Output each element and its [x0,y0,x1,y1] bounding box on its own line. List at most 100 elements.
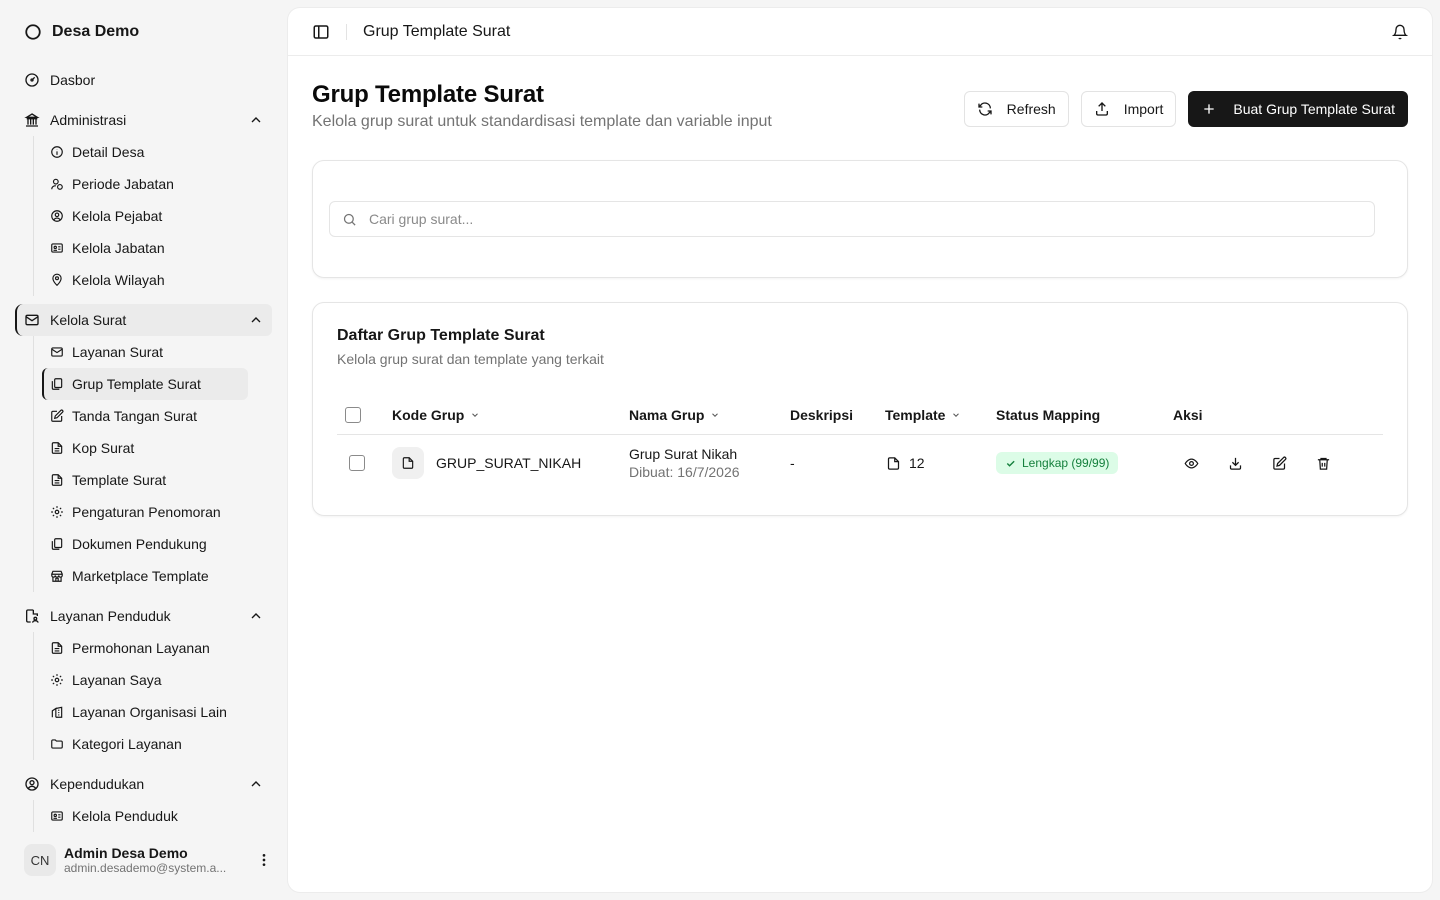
download-button[interactable] [1219,447,1251,479]
column-header-status: Status Mapping [996,395,1100,435]
search-box[interactable] [329,201,1375,237]
nav-section-administrasi: Administrasi Detail Desa Periode Jabatan… [16,104,272,296]
gear-icon [50,673,64,687]
row-select-cell [349,435,365,491]
trash-icon [1316,456,1331,471]
eye-icon [1184,456,1199,471]
column-header-label: Template [885,407,946,423]
nav-section-label: Kelola Surat [50,312,127,328]
nav-section-header-kelola-surat[interactable]: Kelola Surat [15,304,272,336]
building-icon [24,112,40,128]
sidebar-item-label: Layanan Saya [72,672,162,688]
nav-section-header-administrasi[interactable]: Administrasi [16,104,272,136]
select-all-checkbox[interactable] [345,407,361,423]
import-button[interactable]: Import [1080,91,1177,127]
chevron-up-icon [248,312,264,328]
nav-section-header-layanan-penduduk[interactable]: Layanan Penduduk [16,600,272,632]
sidebar-item-kelola-penduduk[interactable]: Kelola Penduduk [42,800,248,832]
sidebar-item-label: Dasbor [50,72,96,88]
sidebar-item-dasbor[interactable]: Dasbor [16,64,272,96]
sidebar-item-kelola-wilayah[interactable]: Kelola Wilayah [42,264,248,296]
template-count-cell: 12 [886,435,925,491]
file-text-icon [50,441,64,455]
sidebar-item-layanan-surat[interactable]: Layanan Surat [42,336,248,368]
column-header-label: Aksi [1173,407,1203,423]
sidebar: Desa Demo Dasbor Administrasi Detail Des… [0,0,280,900]
upload-icon [1094,101,1110,117]
sidebar-item-label: Tanda Tangan Surat [72,408,198,424]
column-header-name[interactable]: Nama Grup [629,395,720,435]
actions-cell [1175,435,1339,491]
mail-icon [24,312,40,328]
row-checkbox[interactable] [349,455,365,471]
user-clock-icon [50,177,64,191]
user-name: Admin Desa Demo [64,845,188,861]
sidebar-item-permohonan-layanan[interactable]: Permohonan Layanan [42,632,248,664]
column-header-label: Status Mapping [996,407,1101,423]
sidebar-item-label: Pengaturan Penomoran [72,504,221,520]
sidebar-toggle-icon[interactable] [312,23,330,41]
more-vertical-icon[interactable] [256,852,272,868]
nav-section-header-kependudukan[interactable]: Kependudukan [16,768,272,800]
chevron-up-icon [248,112,264,128]
files-icon [50,537,64,551]
name-cell: Grup Surat Nikah Dibuat: 16/7/2026 [629,435,740,491]
gear-icon [50,505,64,519]
sidebar-item-label: Kelola Wilayah [72,272,165,288]
created-date: Dibuat: 16/7/2026 [629,464,740,480]
edit-button[interactable] [1263,447,1295,479]
sidebar-item-layanan-organisasi-lain[interactable]: Layanan Organisasi Lain [42,696,248,728]
search-input[interactable] [369,211,1362,227]
sidebar-item-kelola-jabatan[interactable]: Kelola Jabatan [42,232,248,264]
gauge-icon [24,72,40,88]
sidebar-item-label: Kategori Layanan [72,736,182,752]
user-menu[interactable]: CN Admin Desa Demo admin.desademo@system… [24,840,272,880]
sidebar-item-label: Detail Desa [72,144,145,160]
brand[interactable]: Desa Demo [24,20,139,44]
user-circle-icon [24,776,40,792]
column-header-description: Deskripsi [790,395,853,435]
sidebar-item-kop-surat[interactable]: Kop Surat [42,432,248,464]
sidebar-item-layanan-saya[interactable]: Layanan Saya [42,664,248,696]
table-row: GRUP_SURAT_NIKAH Grup Surat Nikah Dibuat… [337,435,1383,491]
sidebar-item-kelola-pejabat[interactable]: Kelola Pejabat [42,200,248,232]
column-header-label: Kode Grup [392,407,465,423]
refresh-label: Refresh [1006,101,1056,117]
sidebar-item-periode-jabatan[interactable]: Periode Jabatan [42,168,248,200]
view-button[interactable] [1175,447,1207,479]
page-header: Grup Template Surat Kelola grup surat un… [312,81,772,131]
sidebar-item-pengaturan-penomoran[interactable]: Pengaturan Penomoran [42,496,248,528]
chevron-up-icon [248,776,264,792]
page-actions: Refresh Import Buat Grup Template Surat [963,91,1408,127]
column-header-code[interactable]: Kode Grup [392,395,480,435]
sidebar-item-label: Kop Surat [72,440,135,456]
column-header-template[interactable]: Template [885,395,961,435]
sidebar-item-tanda-tangan-surat[interactable]: Tanda Tangan Surat [42,400,248,432]
sidebar-item-detail-desa[interactable]: Detail Desa [42,136,248,168]
store-icon [50,569,64,583]
refresh-button[interactable]: Refresh [963,91,1069,127]
sidebar-item-marketplace-template[interactable]: Marketplace Template [42,560,248,592]
nav-section-label: Kependudukan [50,776,145,792]
template-count: 12 [909,455,925,471]
sidebar-item-kategori-layanan[interactable]: Kategori Layanan [42,728,248,760]
sidebar-item-template-surat[interactable]: Template Surat [42,464,248,496]
folder-icon [50,737,64,751]
select-all-cell [345,395,361,435]
bell-icon[interactable] [1392,24,1408,40]
sidebar-item-dokumen-pendukung[interactable]: Dokumen Pendukung [42,528,248,560]
file-text-icon [50,641,64,655]
sidebar-item-label: Marketplace Template [72,568,209,584]
create-group-button[interactable]: Buat Grup Template Surat [1188,91,1408,127]
delete-button[interactable] [1307,447,1339,479]
chevron-down-icon [710,410,720,420]
page-title: Grup Template Surat [312,81,544,108]
group-code: GRUP_SURAT_NIKAH [436,455,582,471]
sidebar-item-grup-template-surat[interactable]: Grup Template Surat [42,368,248,400]
avatar: CN [24,844,56,876]
group-name: Grup Surat Nikah [629,446,738,462]
divider [346,23,347,40]
pen-square-icon [50,409,64,423]
main-content: Grup Template Surat Grup Template Surat … [288,8,1432,892]
table-subtitle: Kelola grup surat dan template yang terk… [337,351,604,367]
